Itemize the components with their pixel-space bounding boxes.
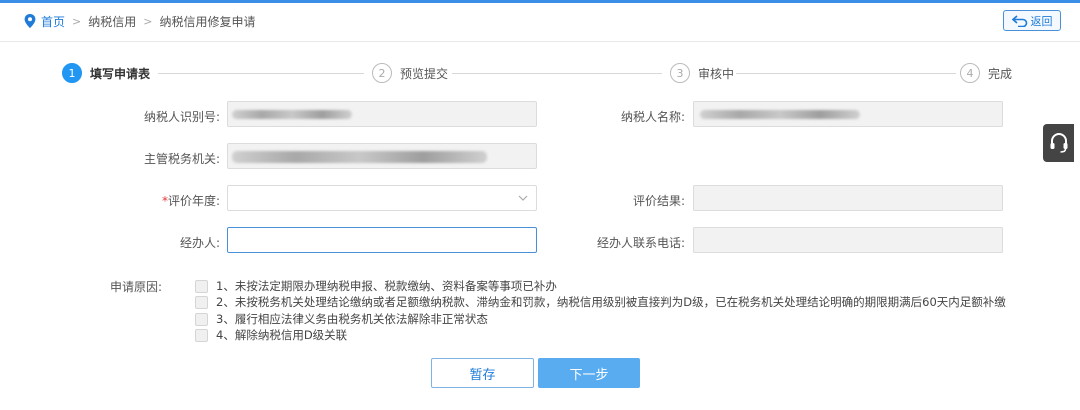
- step-preview-submit: 2 预览提交: [372, 63, 448, 83]
- step-under-review: 3 审核中: [670, 63, 734, 83]
- eval-year-label-text: 评价年度:: [167, 194, 220, 208]
- reason-option-2[interactable]: 2、未按税务机关处理结论缴纳或者足额缴纳税款、滞纳金和罚款，纳税信用级别被直接判…: [195, 294, 1006, 310]
- headset-icon: [1050, 133, 1067, 153]
- handler-phone-field: [693, 227, 1003, 253]
- progress-steps: 1 填写申请表 2 预览提交 3 审核中 4 完成: [62, 63, 1022, 85]
- back-button-label: 返回: [1030, 14, 1053, 28]
- reason-text: 4、解除纳税信用D级关联: [216, 328, 348, 342]
- reason-text: 3、履行相应法律义务由税务机关依法解除非正常状态: [216, 312, 488, 326]
- handler-phone-label: 经办人联系电话:: [596, 236, 685, 250]
- handler-label: 经办人:: [179, 236, 220, 250]
- eval-year-select[interactable]: [227, 185, 537, 211]
- step-label: 填写申请表: [90, 66, 151, 81]
- breadcrumb-separator: >: [143, 14, 153, 28]
- step-label: 完成: [988, 66, 1013, 81]
- next-step-button[interactable]: 下一步: [538, 358, 640, 388]
- reason-text: 1、未按法定期限办理纳税申报、税款缴纳、资料备案等事项已补办: [216, 279, 557, 293]
- step-fill-form: 1 填写申请表: [62, 63, 150, 83]
- step-label: 审核中: [698, 66, 735, 81]
- return-arrow-icon: [1011, 14, 1027, 27]
- eval-result-label: 评价结果:: [632, 194, 685, 208]
- taxpayer-id-field: [227, 101, 537, 127]
- reason-checkbox[interactable]: [195, 279, 208, 293]
- save-draft-button[interactable]: 暂存: [431, 358, 534, 388]
- reason-checkbox[interactable]: [195, 328, 208, 342]
- breadcrumb-tax-credit-link[interactable]: 纳税信用: [88, 13, 136, 30]
- step-connector: [452, 73, 662, 74]
- redacted-value: [700, 110, 860, 119]
- location-pin-icon: [24, 14, 36, 28]
- handler-input[interactable]: [227, 227, 537, 253]
- reason-checkbox[interactable]: [195, 312, 208, 326]
- chevron-down-icon: [518, 195, 528, 201]
- reason-option-3[interactable]: 3、履行相应法律义务由税务机关依法解除非正常状态: [195, 311, 488, 327]
- reason-checkbox[interactable]: [195, 295, 208, 309]
- breadcrumb: 首页 > 纳税信用 > 纳税信用修复申请: [24, 13, 255, 29]
- step-number: 4: [960, 63, 980, 83]
- step-number: 2: [372, 63, 392, 83]
- reason-option-1[interactable]: 1、未按法定期限办理纳税申报、税款缴纳、资料备案等事项已补办: [195, 278, 557, 294]
- tax-authority-label: 主管税务机关:: [143, 152, 220, 166]
- reason-text: 2、未按税务机关处理结论缴纳或者足额缴纳税款、滞纳金和罚款，纳税信用级别被直接判…: [216, 295, 1006, 309]
- reason-option-4[interactable]: 4、解除纳税信用D级关联: [195, 327, 347, 343]
- reasons-label: 申请原因:: [110, 280, 163, 294]
- step-connector: [736, 73, 956, 74]
- back-button[interactable]: 返回: [1003, 10, 1061, 31]
- step-number: 3: [670, 63, 690, 83]
- redacted-value: [232, 151, 487, 163]
- help-button[interactable]: [1043, 124, 1074, 162]
- step-complete: 4 完成: [960, 63, 1012, 83]
- step-number: 1: [62, 63, 82, 83]
- redacted-value: [232, 110, 352, 119]
- step-label: 预览提交: [400, 66, 449, 81]
- eval-year-label: *评价年度:: [100, 192, 220, 209]
- tax-authority-field: [227, 143, 537, 169]
- eval-result-field: [693, 185, 1003, 211]
- header-divider: [0, 41, 1080, 42]
- step-connector: [158, 73, 364, 74]
- taxpayer-id-label: 纳税人识别号:: [143, 110, 220, 124]
- taxpayer-name-label: 纳税人名称:: [620, 110, 685, 124]
- top-accent-bar: [0, 0, 1080, 3]
- breadcrumb-separator: >: [72, 14, 82, 28]
- breadcrumb-home-link[interactable]: 首页: [41, 13, 65, 30]
- breadcrumb-current-page: 纳税信用修复申请: [159, 14, 256, 29]
- taxpayer-name-field: [693, 101, 1003, 127]
